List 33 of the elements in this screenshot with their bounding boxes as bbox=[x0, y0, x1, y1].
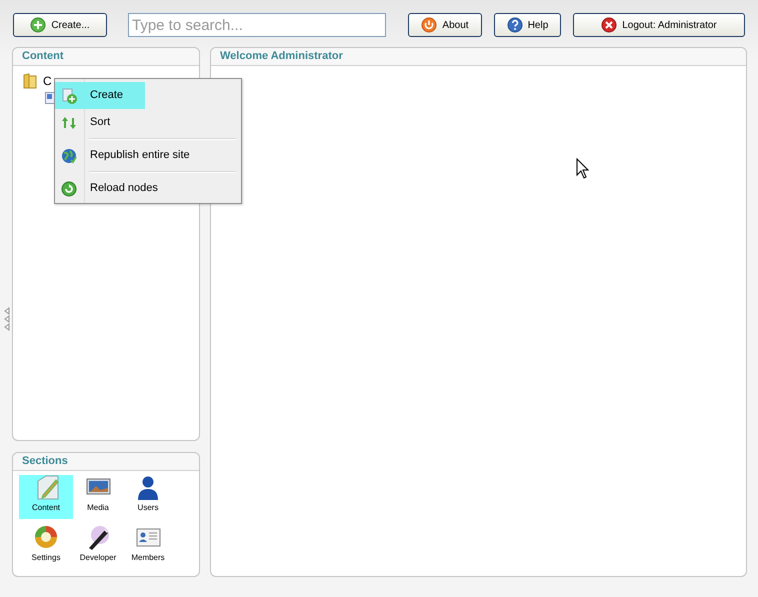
menu-item[interactable]: Reload nodes bbox=[55, 175, 158, 202]
cursor-icon bbox=[576, 158, 589, 179]
help-icon bbox=[506, 17, 523, 33]
document-icon bbox=[45, 92, 55, 104]
tree-item[interactable]: C bbox=[43, 72, 52, 90]
splitter-handle-icon[interactable] bbox=[4, 307, 10, 331]
power-icon bbox=[421, 17, 438, 33]
add-icon bbox=[30, 17, 46, 33]
section-item[interactable]: Settings bbox=[19, 525, 73, 569]
panel-title: Content bbox=[22, 49, 64, 64]
close-icon bbox=[601, 17, 618, 33]
panel-title: Sections bbox=[22, 454, 68, 470]
section-item[interactable]: Media bbox=[73, 475, 123, 519]
section-item[interactable]: Developer bbox=[73, 525, 123, 569]
section-item[interactable]: Members bbox=[123, 525, 173, 569]
search-field[interactable]: Type to search... bbox=[128, 13, 386, 37]
help-button[interactable]: Help bbox=[494, 13, 561, 37]
sort-arrows-icon bbox=[61, 114, 77, 130]
user-icon bbox=[136, 475, 160, 500]
folder-icon bbox=[23, 73, 37, 89]
globe-icon bbox=[61, 148, 77, 164]
section-item[interactable]: Users bbox=[123, 475, 173, 519]
panel-title: Welcome Administrator bbox=[220, 49, 343, 64]
menu-item[interactable]: Create bbox=[55, 82, 145, 109]
menu-item[interactable]: Republish entire site bbox=[55, 142, 190, 169]
reload-icon bbox=[61, 180, 77, 196]
about-button[interactable]: About bbox=[408, 13, 482, 37]
add-icon bbox=[61, 88, 77, 104]
logout-button[interactable]: Logout: Administrator bbox=[573, 13, 745, 37]
color-wheel-icon bbox=[34, 525, 58, 550]
menu-item[interactable]: Sort bbox=[55, 109, 110, 136]
section-item[interactable]: Content bbox=[19, 475, 73, 519]
create-button[interactable]: Create... bbox=[13, 13, 107, 37]
